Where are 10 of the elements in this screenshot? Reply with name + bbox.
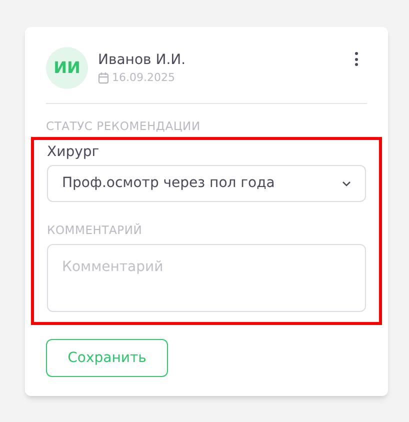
avatar: ИИ bbox=[46, 47, 88, 89]
date-text: 16.09.2025 bbox=[112, 70, 175, 86]
chevron-down-icon bbox=[342, 180, 351, 186]
field-label: Хирург bbox=[47, 143, 100, 162]
field-label: КОММЕНТАРИЙ bbox=[47, 222, 142, 238]
calendar-icon bbox=[98, 72, 109, 84]
patient-name: Иванов И.И. bbox=[98, 50, 186, 70]
status-dropdown[interactable]: Проф.осмотр через пол года bbox=[47, 165, 366, 202]
comment-field[interactable]: Комментарий bbox=[47, 244, 366, 312]
section-title: СТАТУС РЕКОМЕНДАЦИИ bbox=[46, 118, 200, 134]
